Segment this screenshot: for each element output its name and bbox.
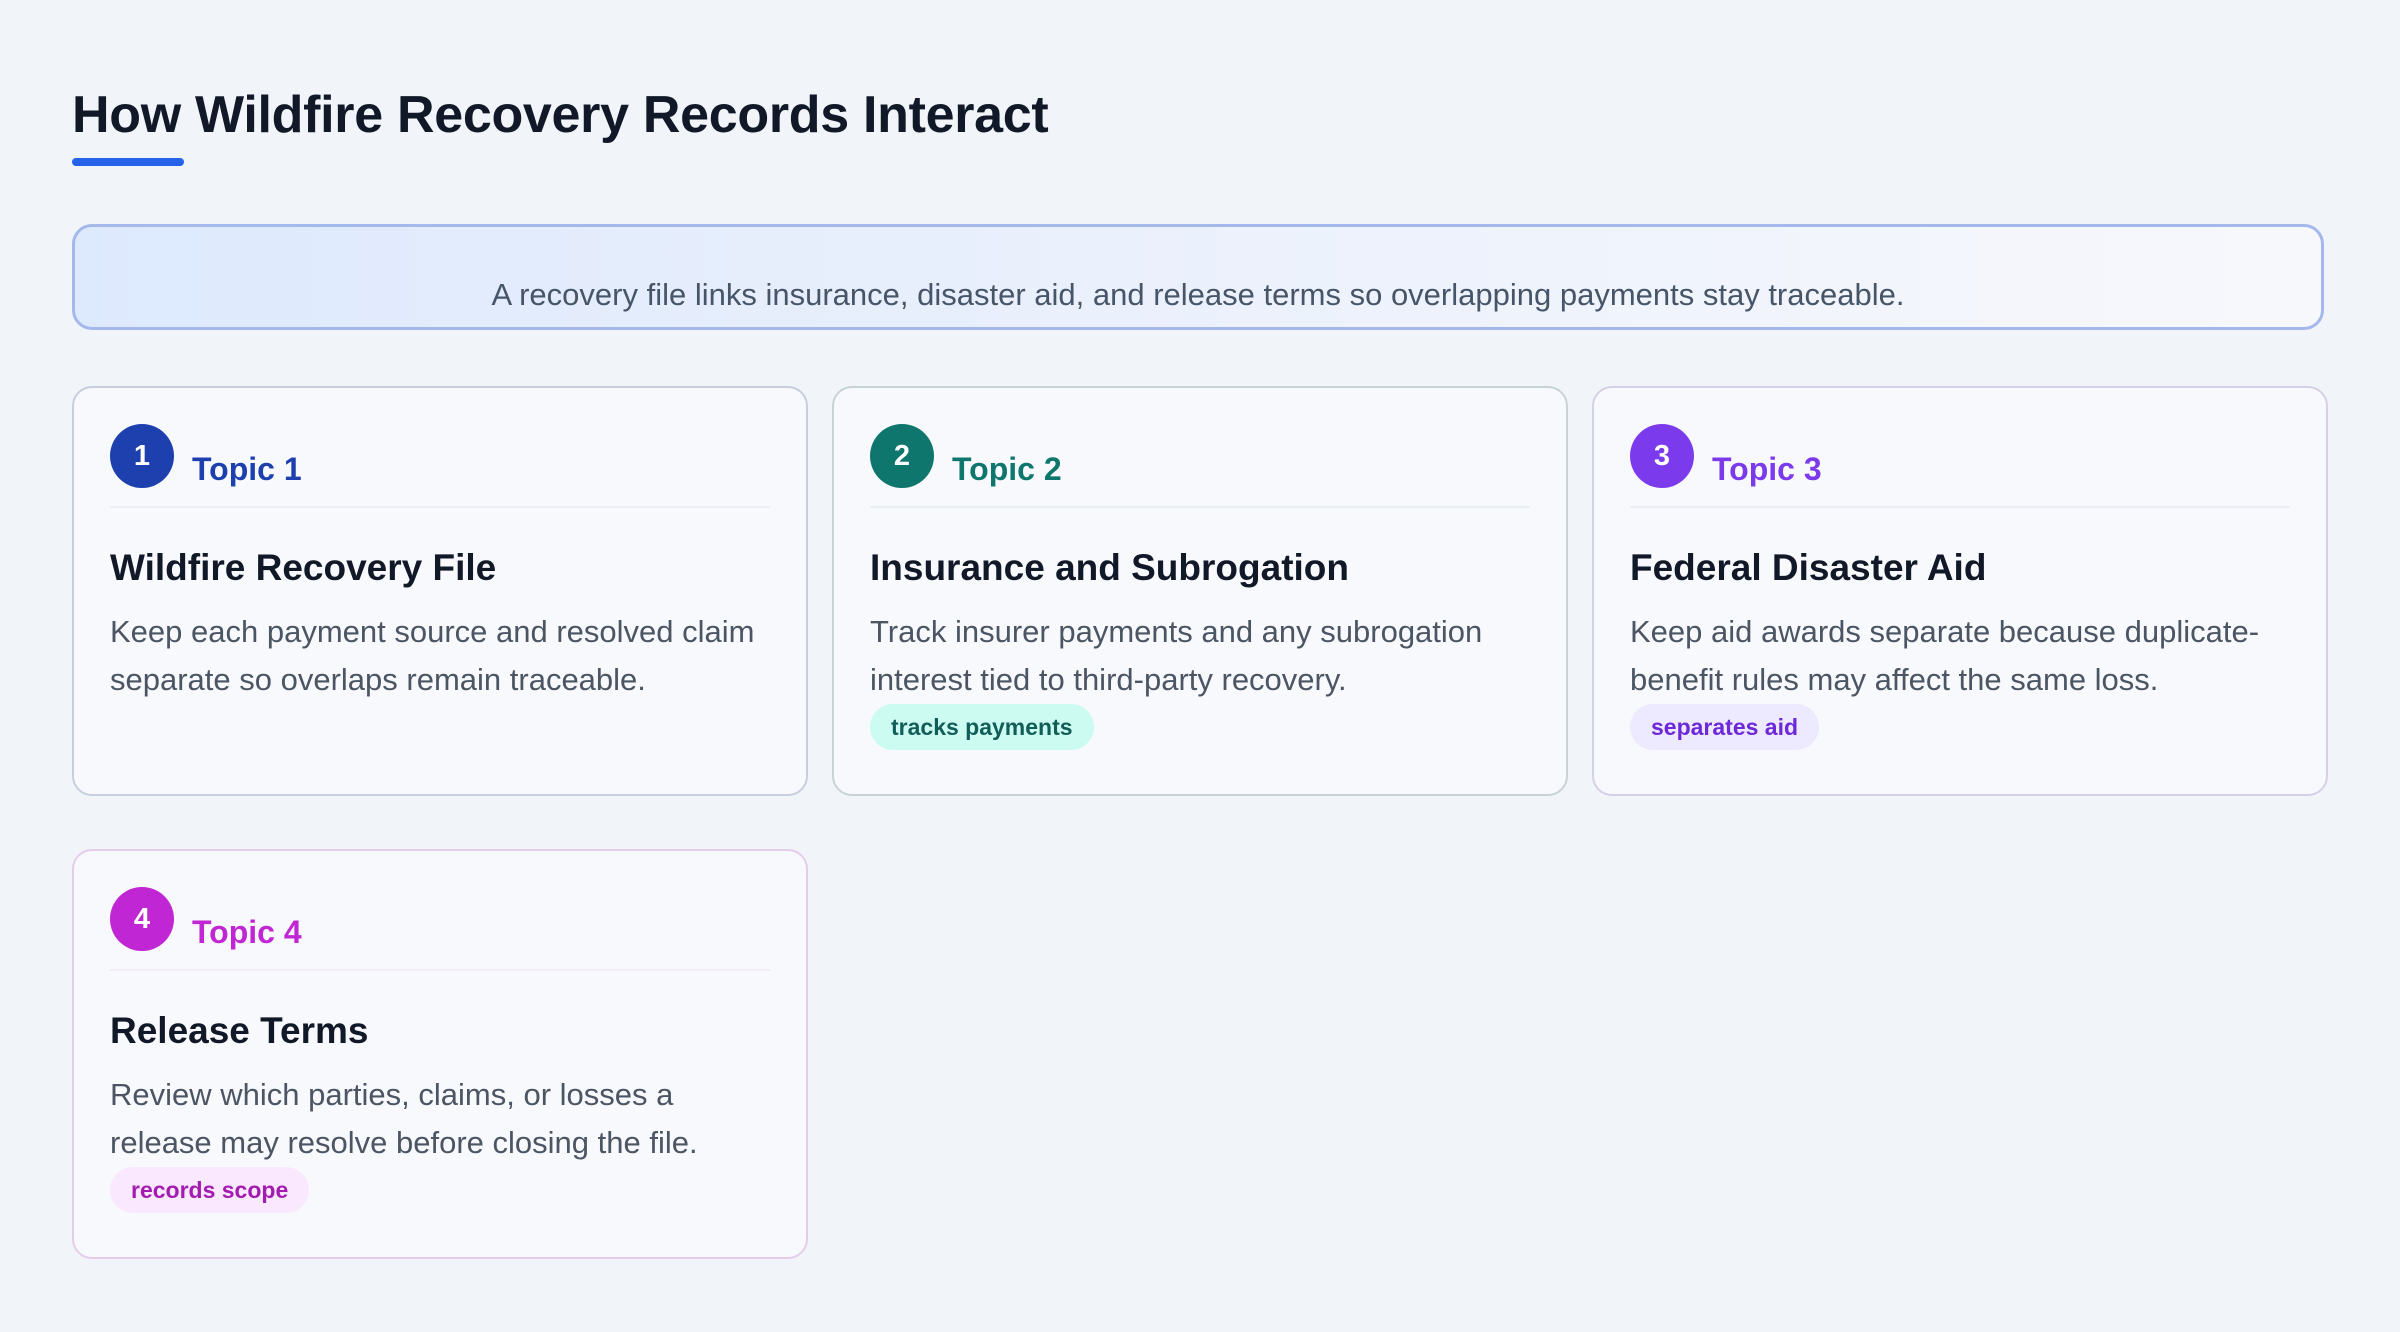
card-divider: [110, 969, 770, 971]
topic-label: Topic 1: [192, 451, 302, 487]
summary-banner: A recovery file links insurance, disaste…: [72, 224, 2324, 330]
card-description: Track insurer payments and any subrogati…: [870, 614, 1483, 697]
topic-label: Topic 2: [952, 451, 1062, 487]
number-badge: 3: [1630, 424, 1694, 488]
summary-text: A recovery file links insurance, disaste…: [491, 277, 1905, 312]
topic-card-1: 1 Topic 1 Wildfire Recovery File Keep ea…: [72, 386, 808, 796]
card-title: Release Terms: [110, 1010, 369, 1051]
topic-label: Topic 3: [1712, 451, 1822, 487]
page-title: How Wildfire Recovery Records Interact: [72, 86, 1049, 144]
card-description: Keep each payment source and resolved cl…: [110, 614, 755, 697]
topic-card-4: 4 Topic 4 Release Terms Review which par…: [72, 849, 808, 1259]
number-badge: 2: [870, 424, 934, 488]
topic-card-3: 3 Topic 3 Federal Disaster Aid Keep aid …: [1592, 386, 2328, 796]
card-title: Wildfire Recovery File: [110, 547, 497, 588]
status-tag: records scope: [110, 1167, 310, 1213]
title-underline: [72, 158, 184, 166]
number-badge: 4: [110, 887, 174, 951]
status-tag: tracks payments: [870, 704, 1094, 750]
card-title: Insurance and Subrogation: [870, 547, 1349, 588]
status-tag: separates aid: [1630, 704, 1820, 750]
card-description: Keep aid awards separate because duplica…: [1630, 614, 2260, 697]
number-badge: 1: [110, 424, 174, 488]
card-divider: [870, 506, 1530, 508]
card-divider: [110, 506, 770, 508]
card-description: Review which parties, claims, or losses …: [110, 1077, 698, 1160]
card-title: Federal Disaster Aid: [1630, 547, 1987, 588]
card-divider: [1630, 506, 2290, 508]
topic-label: Topic 4: [192, 914, 302, 950]
topic-card-2: 2 Topic 2 Insurance and Subrogation Trac…: [832, 386, 1568, 796]
